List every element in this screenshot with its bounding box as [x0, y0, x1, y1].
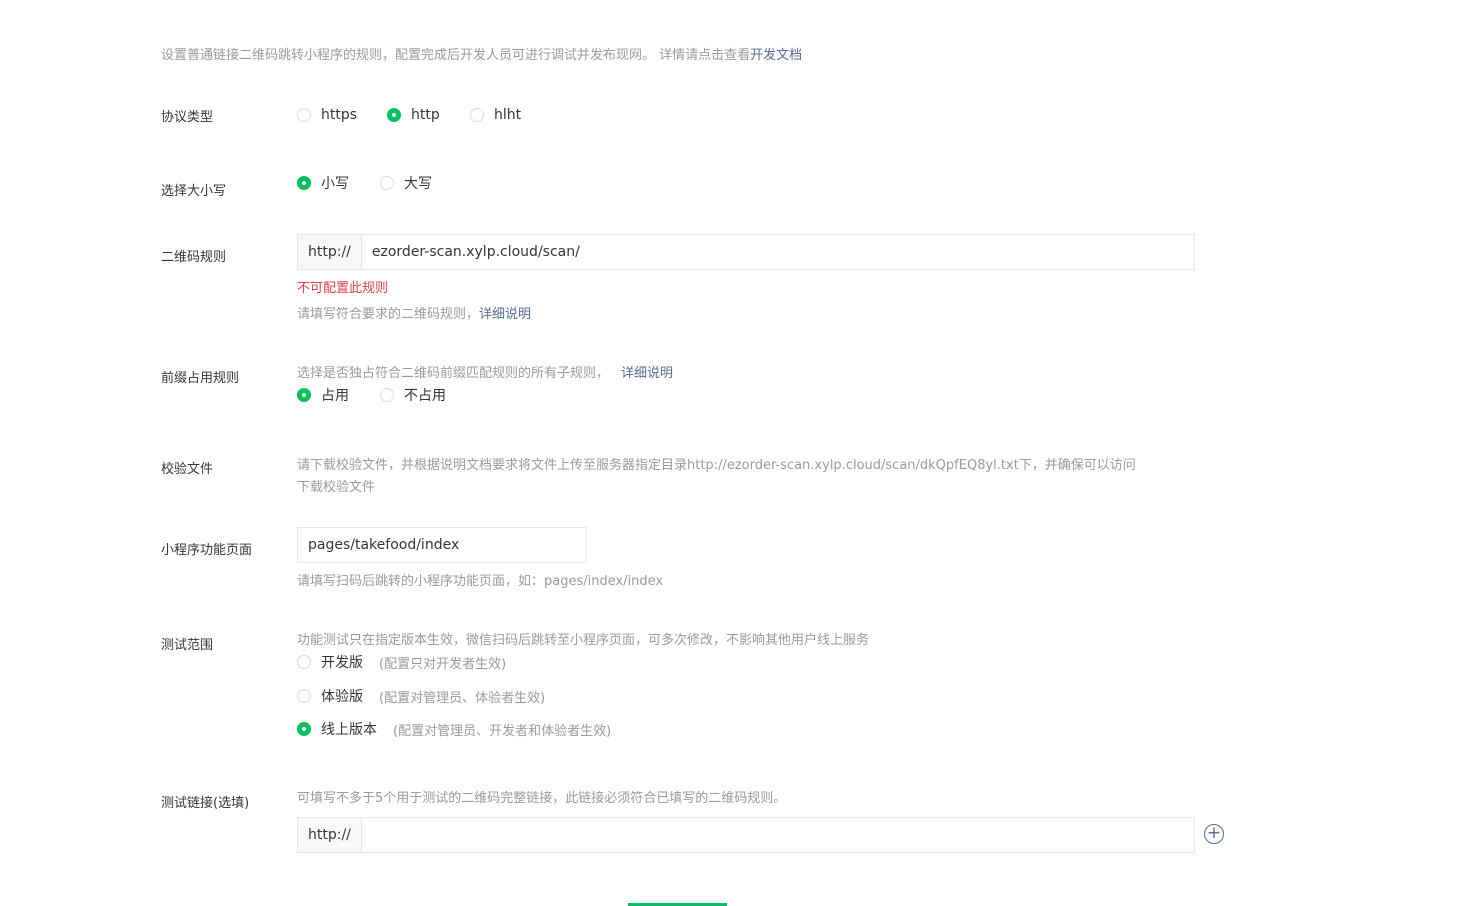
prefix-rule-tip-text: 选择是否独占符合二维码前缀匹配规则的所有子规则， — [297, 366, 610, 381]
qr-rule-prefix: http:// — [298, 235, 362, 269]
radio-lowercase-label: 小写 — [321, 176, 349, 192]
prefix-rule-detail-link[interactable]: 详细说明 — [621, 366, 673, 381]
test-link-input[interactable] — [362, 818, 1194, 852]
intro-text: 设置普通链接二维码跳转小程序的规则，配置完成后开发人员可进行调试并发布现网。 详… — [161, 44, 802, 63]
radio-trial-version[interactable]: 体验版 (配置对管理员、体验者生效) — [297, 686, 545, 706]
radio-dev-version-note: (配置只对开发者生效) — [379, 656, 507, 672]
qr-rule-error: 不可配置此规则 — [297, 281, 389, 296]
radio-circle — [297, 655, 311, 669]
test-link-input-group: http:// — [297, 817, 1195, 853]
radio-online-version-label: 线上版本 — [321, 722, 377, 738]
radio-uppercase[interactable]: 大写 — [380, 173, 432, 193]
radio-http[interactable]: http — [387, 107, 440, 123]
test-link-tip: 可填写不多于5个用于测试的二维码完整链接，此链接必须符合已填写的二维码规则。 — [297, 791, 787, 806]
case-label: 选择大小写 — [161, 184, 227, 199]
radio-circle-checked — [297, 176, 311, 190]
test-link-prefix: http:// — [298, 818, 362, 852]
radio-online-version-note: (配置对管理员、开发者和体验者生效) — [393, 723, 612, 739]
verify-file-tip: 请下载校验文件，并根据说明文档要求将文件上传至服务器指定目录http://ezo… — [297, 458, 1136, 473]
radio-http-label: http — [411, 107, 440, 123]
radio-circle — [470, 108, 484, 122]
radio-online-version[interactable]: 线上版本 (配置对管理员、开发者和体验者生效) — [297, 719, 611, 739]
radio-circle — [380, 176, 394, 190]
radio-occupy[interactable]: 占用 — [297, 385, 349, 405]
qr-rule-input-group: http:// ezorder-scan.xylp.cloud/scan/ — [297, 234, 1195, 270]
radio-hlht-label: hlht — [494, 107, 522, 123]
dev-docs-link[interactable]: 开发文档 — [750, 48, 802, 63]
test-scope-tip: 功能测试只在指定版本生效，微信扫码后跳转至小程序页面，可多次修改，不影响其他用户… — [297, 633, 870, 648]
radio-https-label: https — [321, 107, 358, 123]
qr-rule-tip: 请填写符合要求的二维码规则，详细说明 — [297, 303, 531, 322]
radio-not-occupy[interactable]: 不占用 — [380, 385, 446, 405]
mp-page-label: 小程序功能页面 — [161, 543, 253, 558]
radio-circle — [297, 689, 311, 703]
radio-occupy-label: 占用 — [321, 388, 349, 404]
radio-trial-version-label: 体验版 — [321, 689, 363, 705]
qr-rule-tip-text: 请填写符合要求的二维码规则， — [297, 307, 480, 322]
radio-circle-checked — [387, 108, 401, 122]
radio-hlht[interactable]: hlht — [470, 107, 521, 123]
intro-description: 设置普通链接二维码跳转小程序的规则，配置完成后开发人员可进行调试并发布现网。 详… — [161, 48, 751, 63]
prefix-rule-label: 前缀占用规则 — [161, 371, 240, 386]
radio-dev-version[interactable]: 开发版 (配置只对开发者生效) — [297, 652, 506, 672]
mp-page-input-group: pages/takefood/index — [297, 527, 587, 563]
verify-file-label: 校验文件 — [161, 462, 214, 477]
radio-circle-checked — [297, 388, 311, 402]
radio-https[interactable]: https — [297, 107, 357, 123]
radio-not-occupy-label: 不占用 — [404, 388, 446, 404]
radio-circle-checked — [297, 722, 311, 736]
mp-page-tip: 请填写扫码后跳转的小程序功能页面，如：pages/index/index — [297, 574, 664, 589]
radio-circle — [380, 388, 394, 402]
radio-trial-version-note: (配置对管理员、体验者生效) — [379, 690, 546, 706]
qr-rule-detail-link[interactable]: 详细说明 — [479, 307, 531, 322]
mp-page-input[interactable]: pages/takefood/index — [298, 528, 586, 562]
radio-uppercase-label: 大写 — [404, 176, 432, 192]
radio-dev-version-label: 开发版 — [321, 655, 363, 671]
test-link-label: 测试链接(选填) — [161, 796, 250, 811]
radio-lowercase[interactable]: 小写 — [297, 173, 349, 193]
test-scope-label: 测试范围 — [161, 638, 214, 653]
protocol-label: 协议类型 — [161, 110, 214, 125]
qr-rule-input[interactable]: ezorder-scan.xylp.cloud/scan/ — [362, 235, 1194, 269]
plus-circle-icon[interactable]: + — [1204, 824, 1224, 844]
qr-rule-label: 二维码规则 — [161, 250, 227, 265]
radio-circle — [297, 108, 311, 122]
download-verify-file-link[interactable]: 下载校验文件 — [297, 476, 375, 495]
prefix-rule-tip: 选择是否独占符合二维码前缀匹配规则的所有子规则， 详细说明 — [297, 362, 673, 381]
